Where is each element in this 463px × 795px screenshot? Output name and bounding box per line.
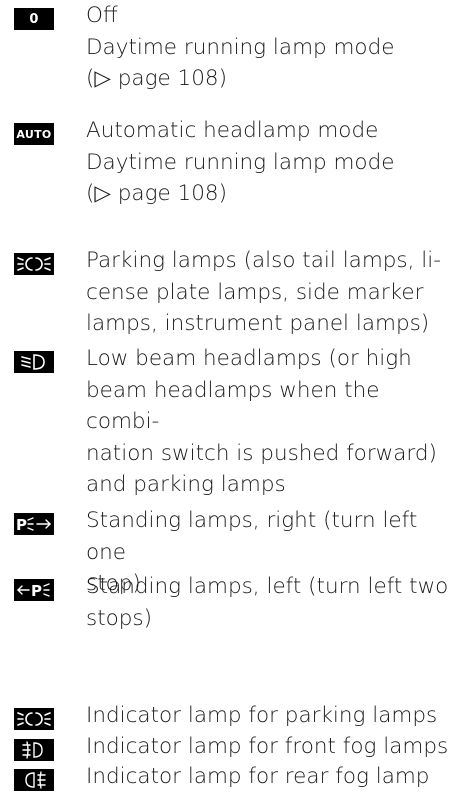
- front-fog-lamp-icon: [14, 739, 54, 761]
- zero-badge-icon: 0: [14, 8, 54, 30]
- entry-auto-text: Automatic headlamp mode Daytime running …: [86, 118, 395, 206]
- standing-lamps-left-icon: P: [14, 579, 54, 601]
- rear-fog-lamp-icon: [14, 769, 54, 791]
- entry-indicator-parking-lamps: Indicator lamp for parking lamps: [14, 700, 455, 732]
- svg-text:P: P: [16, 516, 27, 534]
- standing-lamps-right-icon: P: [14, 513, 54, 535]
- low-beam-icon: [14, 351, 54, 373]
- entry-off: 0 Off Daytime running lamp mode (▷ page …: [14, 0, 455, 95]
- entry-parking-lamps-text: Parking lamps (also tail lamps, li- cens…: [86, 248, 442, 336]
- entry-rear-fog-lamp: Indicator lamp for rear fog lamp: [14, 761, 455, 793]
- entry-indicator-parking-lamps-text: Indicator lamp for parking lamps: [86, 703, 438, 728]
- entry-auto: AUTO Automatic headlamp mode Daytime run…: [14, 115, 455, 210]
- entry-standing-lamps-left: P Standing lamps, left (turn left two st…: [14, 571, 455, 634]
- entry-standing-lamps-left-text: Standing lamps, left (turn left two stop…: [86, 574, 449, 631]
- entry-low-beam-text: Low beam headlamps (or high beam headlam…: [86, 346, 437, 497]
- entry-low-beam: Low beam headlamps (or high beam headlam…: [14, 343, 455, 501]
- entry-rear-fog-lamp-text: Indicator lamp for rear fog lamp: [86, 764, 430, 789]
- parking-lamps-indicator-icon: [14, 708, 54, 730]
- entry-parking-lamps: Parking lamps (also tail lamps, li- cens…: [14, 245, 455, 340]
- svg-text:P: P: [31, 582, 42, 600]
- entry-front-fog-lamps: Indicator lamp for front fog lamps: [14, 731, 455, 763]
- entry-off-text: Off Daytime running lamp mode (▷ page 10…: [86, 3, 395, 91]
- entry-front-fog-lamps-text: Indicator lamp for front fog lamps: [86, 734, 449, 759]
- auto-badge-icon: AUTO: [14, 123, 54, 145]
- parking-lamps-icon: [14, 253, 54, 275]
